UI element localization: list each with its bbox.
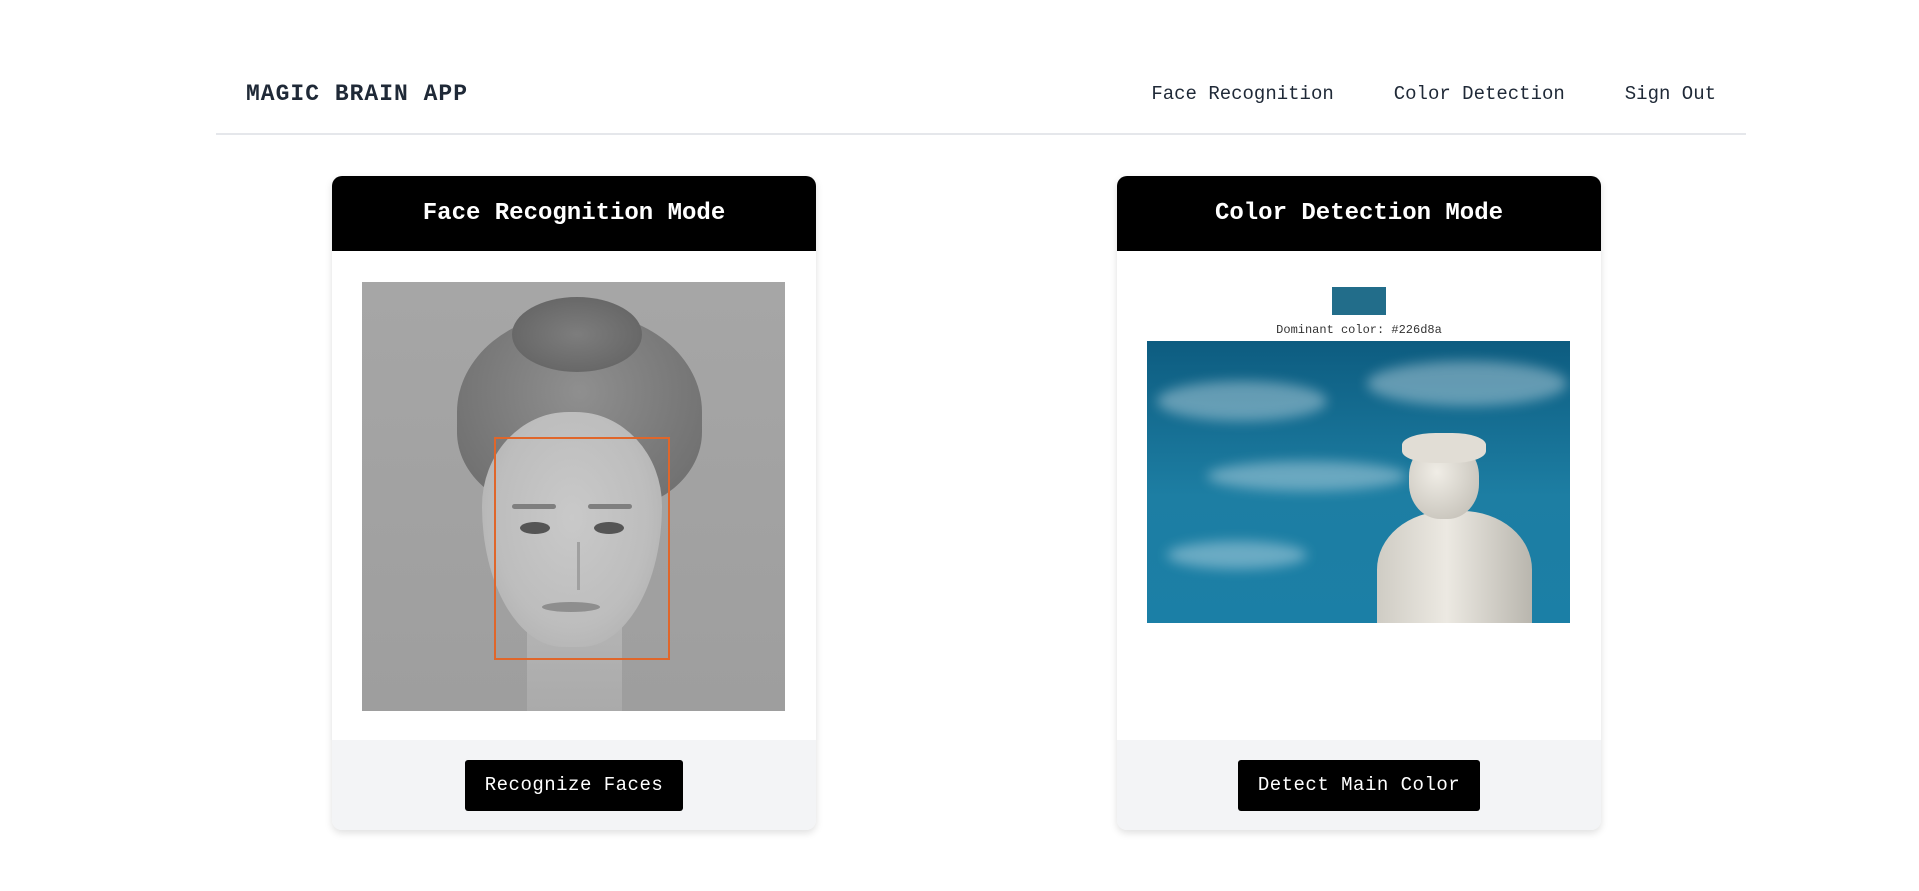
cloud: [1207, 461, 1407, 491]
face-card-title: Face Recognition Mode: [332, 176, 816, 251]
color-detection-card: Color Detection Mode Dominant color: #22…: [1117, 176, 1601, 830]
statue-crown: [1402, 433, 1486, 463]
statue-body: [1377, 511, 1532, 623]
nav-color-detection[interactable]: Color Detection: [1394, 83, 1565, 105]
hair-bun-shape: [512, 297, 642, 372]
statue-image: [1147, 341, 1570, 623]
face-bounding-box: [494, 437, 670, 660]
cloud: [1157, 381, 1327, 421]
dominant-color-label: Dominant color: #226d8a: [1276, 323, 1442, 337]
color-card-title: Color Detection Mode: [1117, 176, 1601, 251]
app-brand: MAGIC BRAIN APP: [246, 81, 469, 107]
face-image: [362, 282, 785, 711]
navbar: MAGIC BRAIN APP Face Recognition Color D…: [216, 55, 1746, 135]
face-card-footer: Recognize Faces: [332, 740, 816, 830]
face-recognition-card: Face Recognition Mode Recognize Faces: [332, 176, 816, 830]
nav-face-recognition[interactable]: Face Recognition: [1151, 83, 1333, 105]
recognize-faces-button[interactable]: Recognize Faces: [464, 759, 684, 811]
color-card-footer: Detect Main Color: [1117, 740, 1601, 830]
cloud: [1367, 361, 1567, 406]
detect-main-color-button[interactable]: Detect Main Color: [1237, 759, 1481, 811]
nav-sign-out[interactable]: Sign Out: [1625, 83, 1716, 105]
nav-links: Face Recognition Color Detection Sign Ou…: [1151, 83, 1716, 105]
dominant-color-swatch: [1332, 287, 1386, 315]
cloud: [1167, 541, 1307, 569]
